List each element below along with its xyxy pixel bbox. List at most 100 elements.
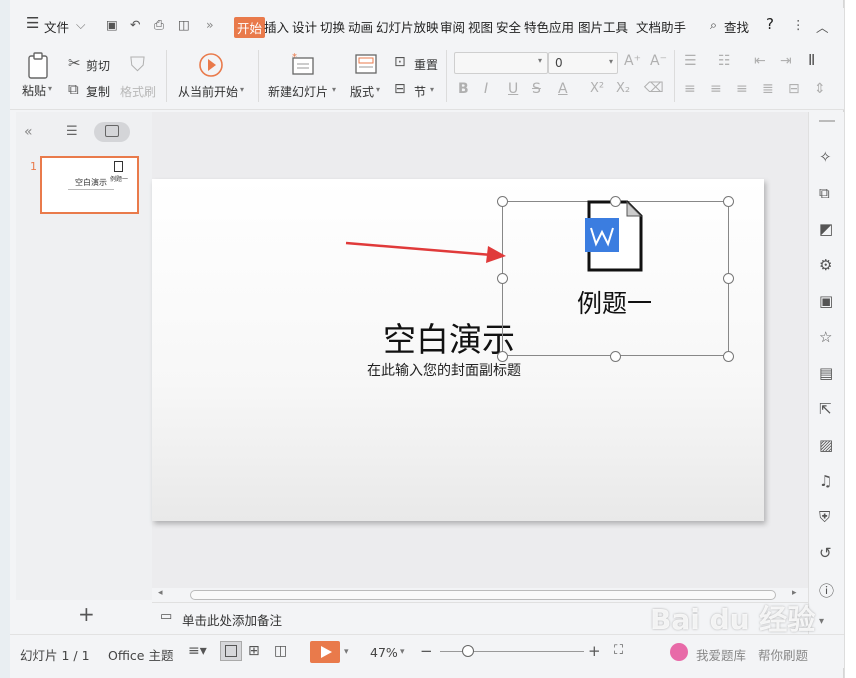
scroll-right-icon[interactable]: ▸ bbox=[792, 588, 797, 598]
font-name-dropdown-icon[interactable]: ▾ bbox=[538, 56, 542, 65]
notes-toggle-icon[interactable]: ≡▾ bbox=[188, 643, 207, 659]
paste-button[interactable]: 粘贴 bbox=[22, 82, 46, 99]
help-circle-icon[interactable]: ⓘ bbox=[819, 580, 835, 600]
paste-icon[interactable] bbox=[26, 52, 52, 80]
distribute-icon[interactable]: ⊟ bbox=[788, 82, 800, 96]
layout-dropdown-icon[interactable]: ▾ bbox=[376, 85, 380, 94]
font-name-combo[interactable] bbox=[454, 52, 548, 74]
resize-handle[interactable] bbox=[497, 196, 508, 207]
collapse-ribbon-icon[interactable]: ︿ bbox=[816, 17, 829, 36]
slide-subtitle[interactable]: 在此输入您的封面副标题 bbox=[367, 360, 521, 380]
zoom-dropdown-icon[interactable]: ▾ bbox=[400, 647, 405, 657]
shape-icon[interactable]: ◩ bbox=[819, 220, 835, 238]
embedded-object-frame[interactable]: 例题一 bbox=[497, 196, 734, 362]
grow-font-icon[interactable]: A⁺ bbox=[624, 54, 641, 68]
drag-handle[interactable] bbox=[819, 120, 835, 122]
play-dropdown-icon[interactable]: ▾ bbox=[344, 647, 349, 657]
paste-dropdown-icon[interactable]: ▾ bbox=[48, 84, 52, 93]
line-spacing-icon[interactable]: ⇕ bbox=[814, 82, 826, 96]
reset-button[interactable]: 重置 bbox=[414, 56, 438, 73]
resize-handle[interactable] bbox=[610, 196, 621, 207]
new-slide-icon[interactable]: * bbox=[290, 52, 316, 78]
history-icon[interactable]: ↺ bbox=[819, 544, 835, 562]
resize-handle[interactable] bbox=[723, 273, 734, 284]
reading-view-icon[interactable]: ◫ bbox=[274, 643, 287, 659]
italic-button[interactable]: I bbox=[484, 82, 488, 96]
notes-placeholder[interactable]: 单击此处添加备注 bbox=[182, 610, 282, 629]
zoom-slider-thumb[interactable] bbox=[462, 645, 474, 657]
slide-view-toggle[interactable] bbox=[94, 122, 130, 142]
chevron-down-icon[interactable]: ⌵ bbox=[76, 17, 85, 33]
tab-picture-tools[interactable]: 图片工具 bbox=[578, 17, 628, 36]
align-left-icon[interactable]: ≡ bbox=[684, 82, 696, 96]
search-button[interactable]: 查找 bbox=[724, 17, 749, 36]
hamburger-menu-icon[interactable]: ☰ bbox=[26, 14, 39, 32]
tab-view[interactable]: 视图 bbox=[468, 17, 493, 36]
clear-format-icon[interactable]: ⌫ bbox=[644, 81, 664, 95]
tab-special[interactable]: 特色应用 bbox=[524, 17, 574, 36]
resize-handle[interactable] bbox=[610, 351, 621, 362]
justify-icon[interactable]: ≣ bbox=[762, 82, 774, 96]
collapse-panel-icon[interactable]: « bbox=[24, 124, 33, 140]
section-button[interactable]: 节 bbox=[414, 83, 426, 100]
play-from-current-button[interactable]: 从当前开始 bbox=[178, 83, 238, 100]
outline-view-icon[interactable]: ☰ bbox=[66, 124, 78, 139]
properties-icon[interactable]: ⚙ bbox=[819, 256, 835, 274]
zoom-out-button[interactable]: − bbox=[420, 642, 433, 660]
subscript-button[interactable]: X₂ bbox=[616, 82, 630, 95]
gallery-icon[interactable]: ▣ bbox=[819, 292, 835, 310]
copy-button[interactable]: 复制 bbox=[86, 83, 110, 100]
file-menu[interactable]: 文件 bbox=[44, 17, 69, 36]
resize-handle[interactable] bbox=[497, 351, 508, 362]
slide-thumbnail[interactable]: 空白演示 例题一 bbox=[40, 156, 139, 214]
numbered-list-icon[interactable]: ☷ bbox=[718, 54, 731, 68]
add-slide-button[interactable]: + bbox=[78, 602, 95, 626]
text-direction-icon[interactable]: Ⅱ bbox=[808, 53, 815, 68]
tab-review[interactable]: 审阅 bbox=[440, 17, 465, 36]
save-icon[interactable]: ▣ bbox=[106, 17, 118, 32]
scroll-left-icon[interactable]: ◂ bbox=[158, 588, 163, 598]
undo-icon[interactable]: ↶ bbox=[130, 17, 140, 32]
resize-handle[interactable] bbox=[723, 351, 734, 362]
tab-doc-assistant[interactable]: 文档助手 bbox=[636, 17, 686, 36]
fit-window-icon[interactable]: ⛶ bbox=[614, 643, 623, 658]
more-options-icon[interactable]: ⋮ bbox=[792, 17, 805, 32]
tab-home[interactable]: 开始 bbox=[234, 17, 266, 38]
format-painter-button[interactable]: 格式刷 bbox=[120, 83, 156, 100]
new-slide-dropdown-icon[interactable]: ▾ bbox=[332, 85, 336, 94]
search-icon[interactable]: ⌕ bbox=[710, 17, 717, 33]
play-slideshow-button[interactable] bbox=[310, 641, 340, 663]
play-icon[interactable] bbox=[198, 52, 224, 78]
share-icon[interactable]: ⇱ bbox=[819, 400, 835, 418]
new-slide-button[interactable]: 新建幻灯片 bbox=[268, 83, 328, 100]
tab-insert[interactable]: 插入 bbox=[264, 17, 289, 36]
image-icon[interactable]: ▨ bbox=[819, 436, 835, 454]
slide-canvas[interactable]: 空白演示 在此输入您的封面副标题 例题一 bbox=[152, 179, 764, 521]
help-button[interactable]: ? bbox=[766, 15, 774, 33]
star-icon[interactable]: ☆ bbox=[819, 328, 835, 346]
more-icon[interactable]: » bbox=[206, 17, 214, 32]
expand-pane-icon[interactable]: ▾ bbox=[819, 616, 835, 632]
tab-security[interactable]: 安全 bbox=[496, 17, 521, 36]
theme-name[interactable]: Office 主题 bbox=[108, 645, 173, 664]
tab-design[interactable]: 设计 bbox=[292, 17, 317, 36]
shrink-font-icon[interactable]: A⁻ bbox=[650, 54, 667, 68]
font-size-dropdown-icon[interactable]: ▾ bbox=[609, 57, 613, 66]
archive-icon[interactable]: ▤ bbox=[819, 364, 835, 382]
shield-icon[interactable]: ⛨ bbox=[819, 508, 835, 526]
strikethrough-button[interactable]: S bbox=[532, 82, 541, 96]
superscript-button[interactable]: X² bbox=[590, 82, 604, 95]
layout-icon[interactable] bbox=[354, 52, 378, 76]
decrease-indent-icon[interactable]: ⇤ bbox=[754, 54, 766, 68]
tab-transition[interactable]: 切换 bbox=[320, 17, 345, 36]
sorter-view-icon[interactable]: ⊞ bbox=[248, 643, 260, 659]
zoom-level[interactable]: 47% bbox=[370, 645, 398, 660]
cut-button[interactable]: 剪切 bbox=[86, 57, 110, 74]
section-dropdown-icon[interactable]: ▾ bbox=[430, 85, 434, 94]
slide-title[interactable]: 空白演示 bbox=[383, 313, 515, 361]
tab-animation[interactable]: 动画 bbox=[348, 17, 373, 36]
bullet-list-icon[interactable]: ☰ bbox=[684, 54, 697, 68]
zoom-in-button[interactable]: + bbox=[588, 642, 601, 660]
font-size-combo[interactable]: 0 ▾ bbox=[548, 52, 618, 74]
avatar[interactable] bbox=[670, 643, 688, 661]
